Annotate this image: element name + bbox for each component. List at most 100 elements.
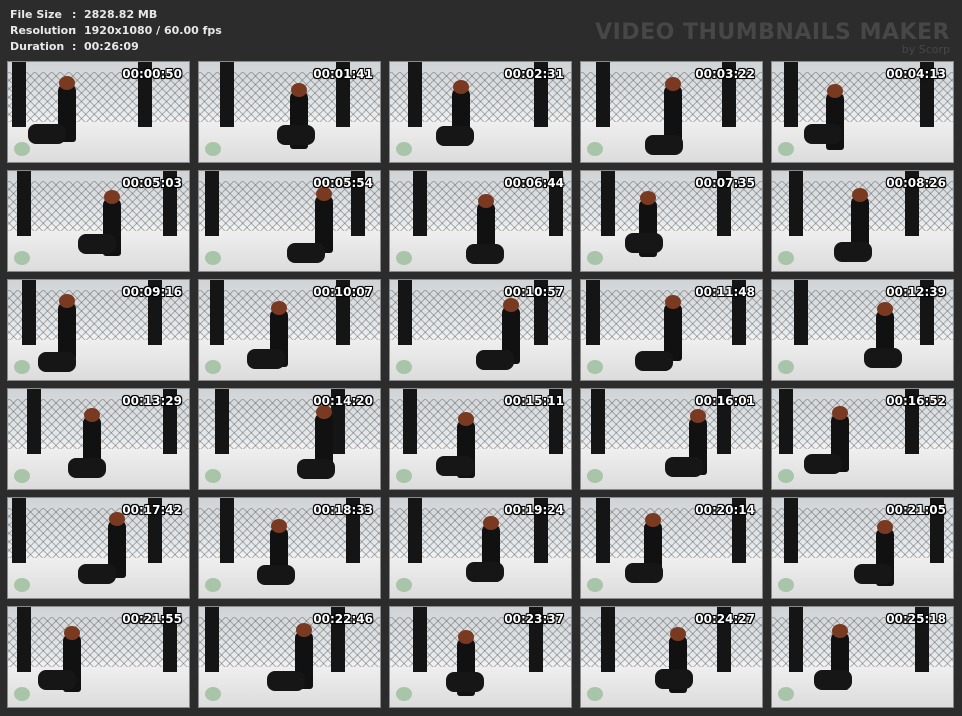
video-thumbnail: 00:09:16 bbox=[7, 279, 190, 381]
cage-post bbox=[789, 171, 803, 236]
channel-logo-icon bbox=[396, 578, 412, 592]
cage-post bbox=[789, 607, 803, 672]
channel-logo-icon bbox=[396, 251, 412, 265]
cage-post bbox=[784, 62, 798, 127]
channel-logo-icon bbox=[205, 687, 221, 701]
opponent-figure bbox=[297, 459, 335, 479]
opponent-figure bbox=[864, 348, 902, 368]
channel-logo-icon bbox=[587, 578, 603, 592]
fighter-hair bbox=[453, 80, 469, 94]
thumbnail-timestamp: 00:07:35 bbox=[695, 176, 755, 190]
video-thumbnail: 00:23:37 bbox=[389, 606, 572, 708]
file-info: File Size : 2828.82 MB Resolution : 1920… bbox=[10, 7, 222, 55]
channel-logo-icon bbox=[205, 251, 221, 265]
video-thumbnail: 00:05:54 bbox=[198, 170, 381, 272]
thumbnail-timestamp: 00:22:46 bbox=[313, 612, 373, 626]
cage-post bbox=[398, 280, 412, 345]
cage-post bbox=[210, 280, 224, 345]
duration-label: Duration bbox=[10, 40, 65, 53]
video-thumbnail: 00:03:22 bbox=[580, 61, 763, 163]
fighter-hair bbox=[478, 194, 494, 208]
thumbnail-timestamp: 00:03:22 bbox=[695, 67, 755, 81]
fighter-hair bbox=[296, 623, 312, 637]
channel-logo-icon bbox=[14, 360, 30, 374]
channel-logo-icon bbox=[778, 578, 794, 592]
duration-value: 00:26:09 bbox=[84, 40, 139, 53]
thumbnail-timestamp: 00:05:03 bbox=[122, 176, 182, 190]
thumbnail-timestamp: 00:05:54 bbox=[313, 176, 373, 190]
fighter-hair bbox=[483, 516, 499, 530]
channel-logo-icon bbox=[587, 687, 603, 701]
fighter-hair bbox=[645, 513, 661, 527]
channel-logo-icon bbox=[587, 360, 603, 374]
cage-post bbox=[408, 498, 422, 563]
video-thumbnail: 00:10:57 bbox=[389, 279, 572, 381]
cage-floor bbox=[199, 335, 380, 380]
channel-logo-icon bbox=[205, 360, 221, 374]
opponent-figure bbox=[466, 244, 504, 264]
opponent-figure bbox=[257, 565, 295, 585]
video-thumbnail: 00:01:41 bbox=[198, 61, 381, 163]
cage-floor bbox=[772, 444, 953, 489]
duration-row: Duration : 00:26:09 bbox=[10, 39, 222, 55]
cage-post bbox=[596, 498, 610, 563]
opponent-figure bbox=[38, 352, 76, 372]
opponent-figure bbox=[78, 234, 116, 254]
fighter-hair bbox=[877, 520, 893, 534]
channel-logo-icon bbox=[778, 251, 794, 265]
fighter-hair bbox=[458, 630, 474, 644]
channel-logo-icon bbox=[396, 360, 412, 374]
thumbnail-timestamp: 00:08:26 bbox=[886, 176, 946, 190]
cage-post bbox=[403, 389, 417, 454]
thumbnail-timestamp: 00:21:55 bbox=[122, 612, 182, 626]
cage-post bbox=[12, 498, 26, 563]
fighter-hair bbox=[690, 409, 706, 423]
video-thumbnail: 00:04:13 bbox=[771, 61, 954, 163]
fighter-hair bbox=[64, 626, 80, 640]
cage-post bbox=[601, 607, 615, 672]
thumbnail-timestamp: 00:21:05 bbox=[886, 503, 946, 517]
file-size-value: 2828.82 MB bbox=[84, 8, 158, 21]
separator: : bbox=[72, 40, 77, 53]
fighter-hair bbox=[832, 406, 848, 420]
cage-post bbox=[220, 498, 234, 563]
fighter-hair bbox=[59, 294, 75, 308]
thumbnail-timestamp: 00:04:13 bbox=[886, 67, 946, 81]
video-thumbnail: 00:10:07 bbox=[198, 279, 381, 381]
thumbnail-timestamp: 00:19:24 bbox=[504, 503, 564, 517]
opponent-figure bbox=[436, 126, 474, 146]
cage-post bbox=[205, 607, 219, 672]
video-thumbnail: 00:21:55 bbox=[7, 606, 190, 708]
fighter-hair bbox=[670, 627, 686, 641]
cage-floor bbox=[390, 444, 571, 489]
opponent-figure bbox=[625, 563, 663, 583]
file-size-row: File Size : 2828.82 MB bbox=[10, 7, 222, 23]
watermark-title: VIDEO THUMBNAILS MAKER bbox=[595, 20, 950, 45]
opponent-figure bbox=[834, 242, 872, 262]
thumbnail-timestamp: 00:24:27 bbox=[695, 612, 755, 626]
channel-logo-icon bbox=[396, 687, 412, 701]
channel-logo-icon bbox=[205, 469, 221, 483]
video-thumbnail: 00:13:29 bbox=[7, 388, 190, 490]
channel-logo-icon bbox=[205, 578, 221, 592]
video-thumbnail: 00:12:39 bbox=[771, 279, 954, 381]
thumbnail-timestamp: 00:25:18 bbox=[886, 612, 946, 626]
cage-post bbox=[596, 62, 610, 127]
video-thumbnail: 00:16:01 bbox=[580, 388, 763, 490]
thumbnail-timestamp: 00:23:37 bbox=[504, 612, 564, 626]
fighter-hair bbox=[271, 519, 287, 533]
video-thumbnail: 00:14:20 bbox=[198, 388, 381, 490]
thumbnail-timestamp: 00:16:01 bbox=[695, 394, 755, 408]
thumbnail-timestamp: 00:18:33 bbox=[313, 503, 373, 517]
cage-post bbox=[215, 389, 229, 454]
fighter-hair bbox=[640, 191, 656, 205]
opponent-figure bbox=[277, 125, 315, 145]
fighter-hair bbox=[458, 412, 474, 426]
video-thumbnail: 00:15:11 bbox=[389, 388, 572, 490]
channel-logo-icon bbox=[778, 469, 794, 483]
resolution-value: 1920x1080 / 60.00 fps bbox=[84, 24, 222, 37]
fighter-hair bbox=[59, 76, 75, 90]
opponent-figure bbox=[466, 562, 504, 582]
opponent-figure bbox=[665, 457, 703, 477]
thumbnail-timestamp: 00:14:20 bbox=[313, 394, 373, 408]
